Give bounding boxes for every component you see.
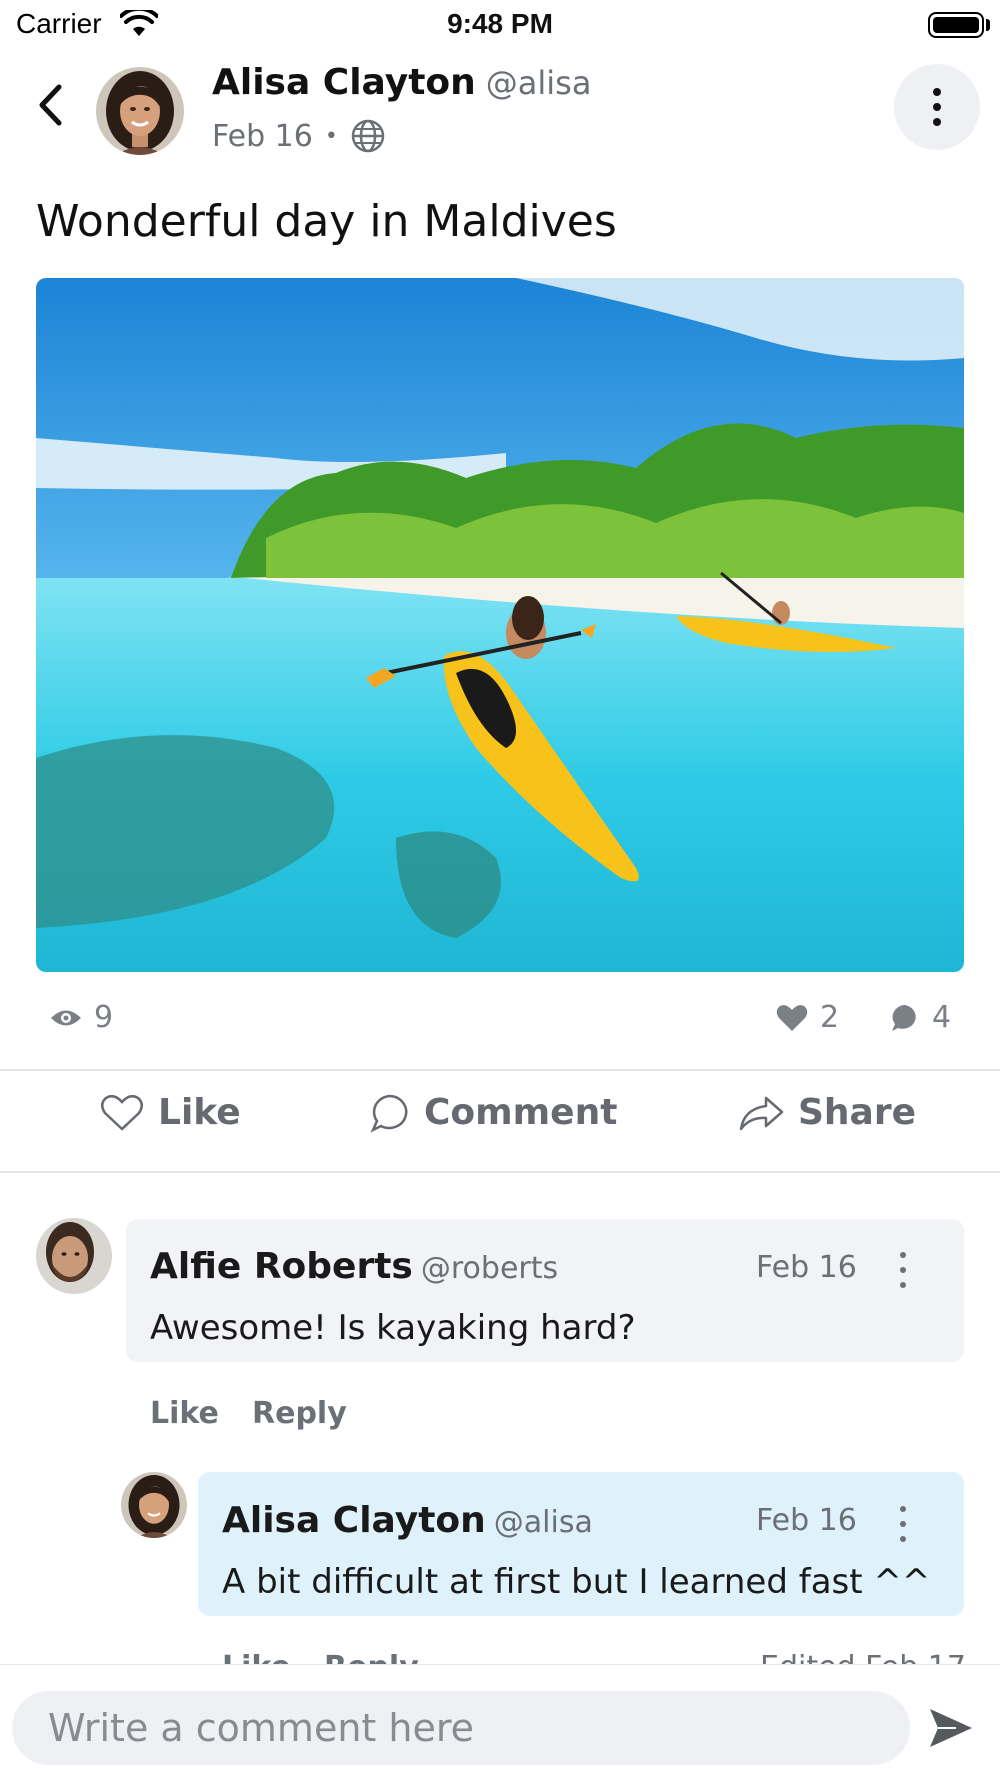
views-stat: 9	[50, 1000, 113, 1035]
post-date: Feb 16	[212, 118, 313, 154]
comment-outline-icon	[370, 1094, 408, 1133]
battery-icon	[928, 12, 984, 38]
post-text: Wonderful day in Maldives	[36, 196, 617, 247]
share-icon	[739, 1096, 784, 1130]
comment-like-button[interactable]: Like	[150, 1396, 219, 1431]
comment-author-handle: @roberts	[420, 1251, 559, 1286]
comment-bubble-icon	[892, 1004, 916, 1031]
comment-composer	[0, 1664, 1000, 1778]
heart-outline-icon	[101, 1094, 143, 1131]
back-button[interactable]	[28, 80, 72, 130]
reply-author[interactable]: Alisa Clayton @alisa	[222, 1500, 593, 1541]
back-arrow-icon	[39, 84, 62, 126]
share-button[interactable]: Share	[738, 1092, 916, 1133]
like-label: Like	[158, 1092, 241, 1133]
send-icon[interactable]	[926, 1703, 976, 1753]
reply-author-handle: @alisa	[493, 1505, 593, 1540]
globe-icon	[351, 119, 385, 153]
reply-author-name: Alisa Clayton	[222, 1500, 486, 1541]
post-meta: Feb 16 •	[212, 118, 386, 154]
heart-icon	[776, 1004, 808, 1031]
clock: 9:48 PM	[447, 8, 553, 39]
comments-stat[interactable]: 4	[890, 1000, 951, 1035]
status-bar: Carrier 9:48 PM	[0, 0, 1000, 50]
author-name[interactable]: Alisa Clayton @alisa	[212, 62, 591, 103]
comment-author-name: Alfie Roberts	[150, 1246, 413, 1287]
comment-author[interactable]: Alfie Roberts @roberts	[150, 1246, 558, 1287]
author-handle: @alisa	[485, 64, 592, 102]
author-avatar[interactable]	[96, 67, 184, 155]
comments-count: 4	[932, 1000, 952, 1035]
likes-stat[interactable]: 2	[776, 1000, 839, 1035]
share-label: Share	[798, 1092, 917, 1133]
eye-icon	[51, 1010, 81, 1025]
comment-reply-button[interactable]: Reply	[252, 1396, 347, 1431]
reply-text: A bit difficult at first but I learned f…	[222, 1562, 931, 1602]
reply-date: Feb 16	[756, 1503, 857, 1538]
comment-date: Feb 16	[756, 1250, 857, 1285]
author-name-text: Alisa Clayton	[212, 62, 476, 103]
divider-top	[0, 1069, 1000, 1071]
reply-more-icon[interactable]	[893, 1506, 913, 1542]
battery-tip	[986, 19, 990, 31]
likes-count: 2	[820, 1000, 840, 1035]
post-stats: 9 2 4	[0, 1000, 1000, 1044]
comment-input[interactable]	[12, 1691, 910, 1765]
reply-author-avatar[interactable]	[121, 1472, 187, 1538]
comment-more-icon[interactable]	[893, 1252, 913, 1288]
comment-button[interactable]: Comment	[370, 1092, 617, 1133]
comment-label: Comment	[424, 1092, 618, 1133]
like-button[interactable]: Like	[100, 1092, 241, 1133]
views-count: 9	[94, 1000, 114, 1035]
post-photo[interactable]	[36, 278, 964, 972]
divider-bottom	[0, 1171, 1000, 1173]
more-vertical-icon	[933, 88, 941, 126]
comment-text: Awesome! Is kayaking hard?	[150, 1308, 636, 1348]
commenter-avatar[interactable]	[36, 1218, 112, 1294]
post-options-button[interactable]	[894, 64, 980, 150]
meta-separator: •	[324, 123, 338, 149]
